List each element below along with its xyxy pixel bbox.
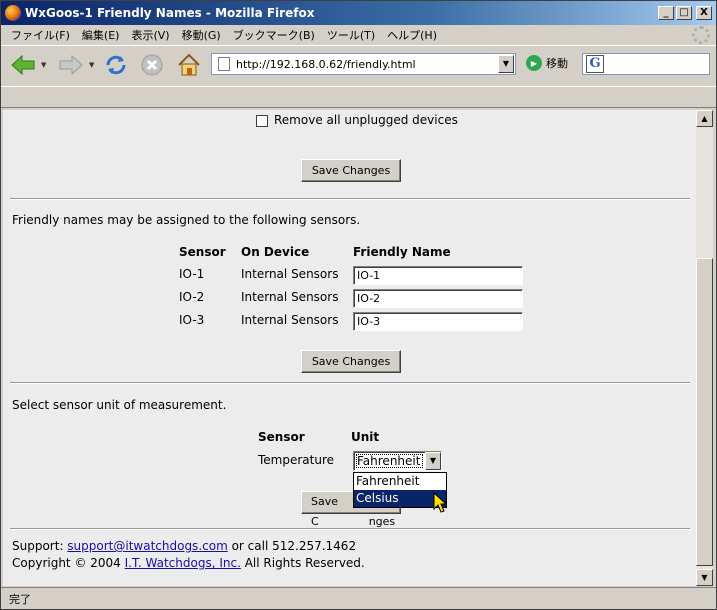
row-2-device: Internal Sensors (241, 290, 339, 304)
unit-intro: Select sensor unit of measurement. (12, 398, 227, 412)
remove-unplugged-checkbox[interactable] (256, 115, 268, 127)
row-3-device: Internal Sensors (241, 313, 339, 327)
maximize-button[interactable]: □ (676, 6, 692, 20)
back-arrow-icon (11, 54, 35, 76)
support-email-link[interactable]: support@itwatchdogs.com (67, 539, 227, 553)
unit-select[interactable]: Fahrenheit ▼ (353, 451, 442, 471)
address-bar[interactable]: http://192.168.0.62/friendly.html ▼ (211, 53, 516, 75)
menu-file[interactable]: ファイル(F) (5, 27, 76, 43)
save-button-3-label: Save C (311, 495, 339, 528)
go-button[interactable]: ▶ 移動 (526, 55, 568, 71)
unit-header-sensor: Sensor (258, 430, 305, 444)
title-bar: WxGoos-1 Friendly Names - Mozilla Firefo… (1, 1, 716, 25)
row-1-sensor: IO-1 (179, 267, 205, 281)
page-content: Remove all unplugged devices Save Change… (3, 110, 696, 586)
unit-option-fahrenheit[interactable]: Fahrenheit (354, 473, 446, 490)
google-search-icon[interactable]: G (586, 55, 604, 73)
url-text[interactable]: http://192.168.0.62/friendly.html (236, 58, 498, 71)
row-2-sensor: IO-2 (179, 290, 205, 304)
scroll-up-icon[interactable]: ▲ (696, 110, 713, 127)
menu-tools[interactable]: ツール(T) (321, 27, 381, 43)
home-button[interactable] (175, 51, 203, 79)
menu-go[interactable]: 移動(G) (176, 27, 227, 43)
menu-bar: ファイル(F) 編集(E) 表示(V) 移動(G) ブックマーク(B) ツール(… (1, 25, 716, 45)
forward-arrow-icon (59, 54, 83, 76)
browser-window: WxGoos-1 Friendly Names - Mozilla Firefo… (0, 0, 717, 610)
go-arrow-icon: ▶ (526, 55, 542, 71)
support-prefix: Support: (12, 539, 68, 553)
status-text: 完了 (9, 592, 31, 606)
stop-icon (141, 54, 163, 76)
reload-button[interactable] (103, 52, 129, 78)
back-button[interactable] (9, 52, 37, 78)
divider-1 (10, 198, 690, 200)
go-label: 移動 (546, 57, 568, 70)
menu-bookmarks[interactable]: ブックマーク(B) (227, 27, 321, 43)
copyright-prefix: Copyright © 2004 (12, 556, 125, 570)
divider-2 (10, 382, 690, 384)
firefox-icon (5, 5, 21, 21)
search-box[interactable]: G (582, 53, 710, 75)
temperature-label: Temperature (258, 453, 335, 467)
header-sensor: Sensor (179, 245, 226, 259)
page-icon (218, 57, 230, 71)
menu-view[interactable]: 表示(V) (125, 27, 175, 43)
close-button[interactable]: X (696, 6, 712, 20)
save-changes-button-2[interactable]: Save Changes (301, 350, 401, 373)
stop-button[interactable] (139, 52, 165, 78)
throbber-icon (692, 26, 710, 44)
status-bar: 完了 (1, 587, 716, 609)
reload-icon (106, 55, 126, 75)
row-3-sensor: IO-3 (179, 313, 205, 327)
friendly-names-intro: Friendly names may be assigned to the fo… (12, 213, 361, 227)
home-icon (178, 53, 200, 76)
remove-unplugged-label: Remove all unplugged devices (274, 113, 458, 127)
vertical-scrollbar[interactable]: ▲ ▼ (696, 110, 713, 586)
forward-history-dropdown-icon[interactable]: ▼ (89, 61, 94, 69)
menu-edit[interactable]: 編集(E) (76, 27, 126, 43)
unit-select-value: Fahrenheit (354, 452, 425, 470)
support-suffix: or call 512.257.1462 (227, 539, 357, 553)
save-button-3-label-tail: nges (368, 515, 396, 528)
scroll-down-icon[interactable]: ▼ (696, 569, 713, 586)
minimize-button[interactable]: _ (658, 6, 674, 20)
copyright-suffix: All Rights Reserved. (240, 556, 365, 570)
forward-button[interactable] (57, 52, 85, 78)
window-title: WxGoos-1 Friendly Names - Mozilla Firefo… (25, 6, 315, 20)
divider-3 (10, 528, 690, 530)
friendly-name-input-3[interactable]: IO-3 (353, 312, 523, 331)
row-1-device: Internal Sensors (241, 267, 339, 281)
window-controls: _ □ X (658, 6, 712, 20)
scroll-thumb[interactable] (696, 258, 713, 566)
header-on-device: On Device (241, 245, 310, 259)
mouse-pointer-icon (433, 492, 447, 513)
friendly-name-input-1[interactable]: IO-1 (353, 266, 523, 285)
company-link[interactable]: I.T. Watchdogs, Inc. (125, 556, 241, 570)
menu-help[interactable]: ヘルプ(H) (381, 27, 443, 43)
unit-header-unit: Unit (351, 430, 380, 444)
header-friendly-name: Friendly Name (353, 245, 451, 259)
copyright-line: Copyright © 2004 I.T. Watchdogs, Inc. Al… (12, 556, 365, 570)
save-changes-button-1[interactable]: Save Changes (301, 159, 401, 182)
bookmarks-toolbar (1, 86, 716, 108)
friendly-name-input-2[interactable]: IO-2 (353, 289, 523, 308)
support-line: Support: support@itwatchdogs.com or call… (12, 539, 356, 553)
url-history-dropdown-icon[interactable]: ▼ (498, 55, 514, 73)
back-history-dropdown-icon[interactable]: ▼ (41, 61, 46, 69)
chevron-down-icon[interactable]: ▼ (425, 452, 441, 470)
